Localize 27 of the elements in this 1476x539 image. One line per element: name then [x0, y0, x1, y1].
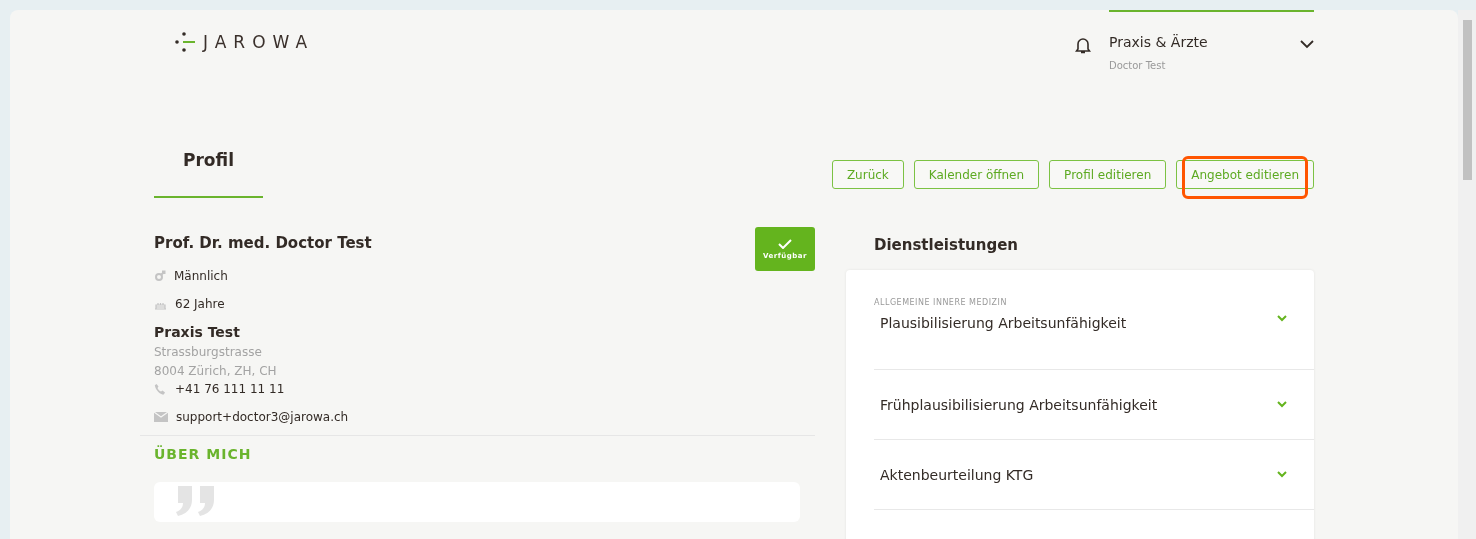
contact-text: +41 76 111 11 11: [175, 382, 285, 396]
account-subtitle: Doctor Test: [1109, 60, 1167, 71]
doctor-name: Prof. Dr. med. Doctor Test: [154, 234, 372, 252]
category-label: ALLGEMEINE INNERE MEDIZIN: [874, 298, 1008, 307]
practice-name: Praxis Test: [154, 324, 241, 340]
logo[interactable]: JAROWA: [175, 32, 315, 52]
services-heading: Dienstleistungen: [874, 236, 1020, 254]
service-item[interactable]: Aktenbeurteilung KTG: [874, 440, 1314, 510]
address-line: 8004 Zürich, ZH, CH: [154, 363, 278, 380]
contact-text[interactable]: support+doctor3@jarowa.ch: [176, 410, 349, 424]
detail-text: Männlich: [174, 269, 228, 283]
profile-tab[interactable]: Profil: [154, 128, 263, 198]
service-item[interactable]: Plausibilisierung Arbeitsunfähigkeit: [874, 307, 1314, 370]
envelope-icon: [154, 412, 168, 422]
bell-icon[interactable]: [1075, 36, 1091, 54]
male-icon: [154, 270, 166, 282]
detail-text: 62 Jahre: [175, 297, 225, 311]
phone-icon: [154, 382, 167, 396]
chevron-down-icon[interactable]: [1300, 40, 1314, 49]
section-heading: ÜBER MICH: [154, 446, 253, 462]
logo-mark-icon: [175, 32, 197, 52]
service-item[interactable]: Frühplausibilisierung Arbeitsunfähigkeit: [874, 370, 1314, 440]
address-line: Strassburgstrasse: [154, 344, 263, 361]
scrollbar-thumb[interactable]: [1462, 20, 1472, 180]
logo-text: JAROWA: [203, 32, 315, 52]
account-title[interactable]: Praxis & Ärzte: [1109, 34, 1208, 50]
quote-icon: [174, 486, 216, 516]
